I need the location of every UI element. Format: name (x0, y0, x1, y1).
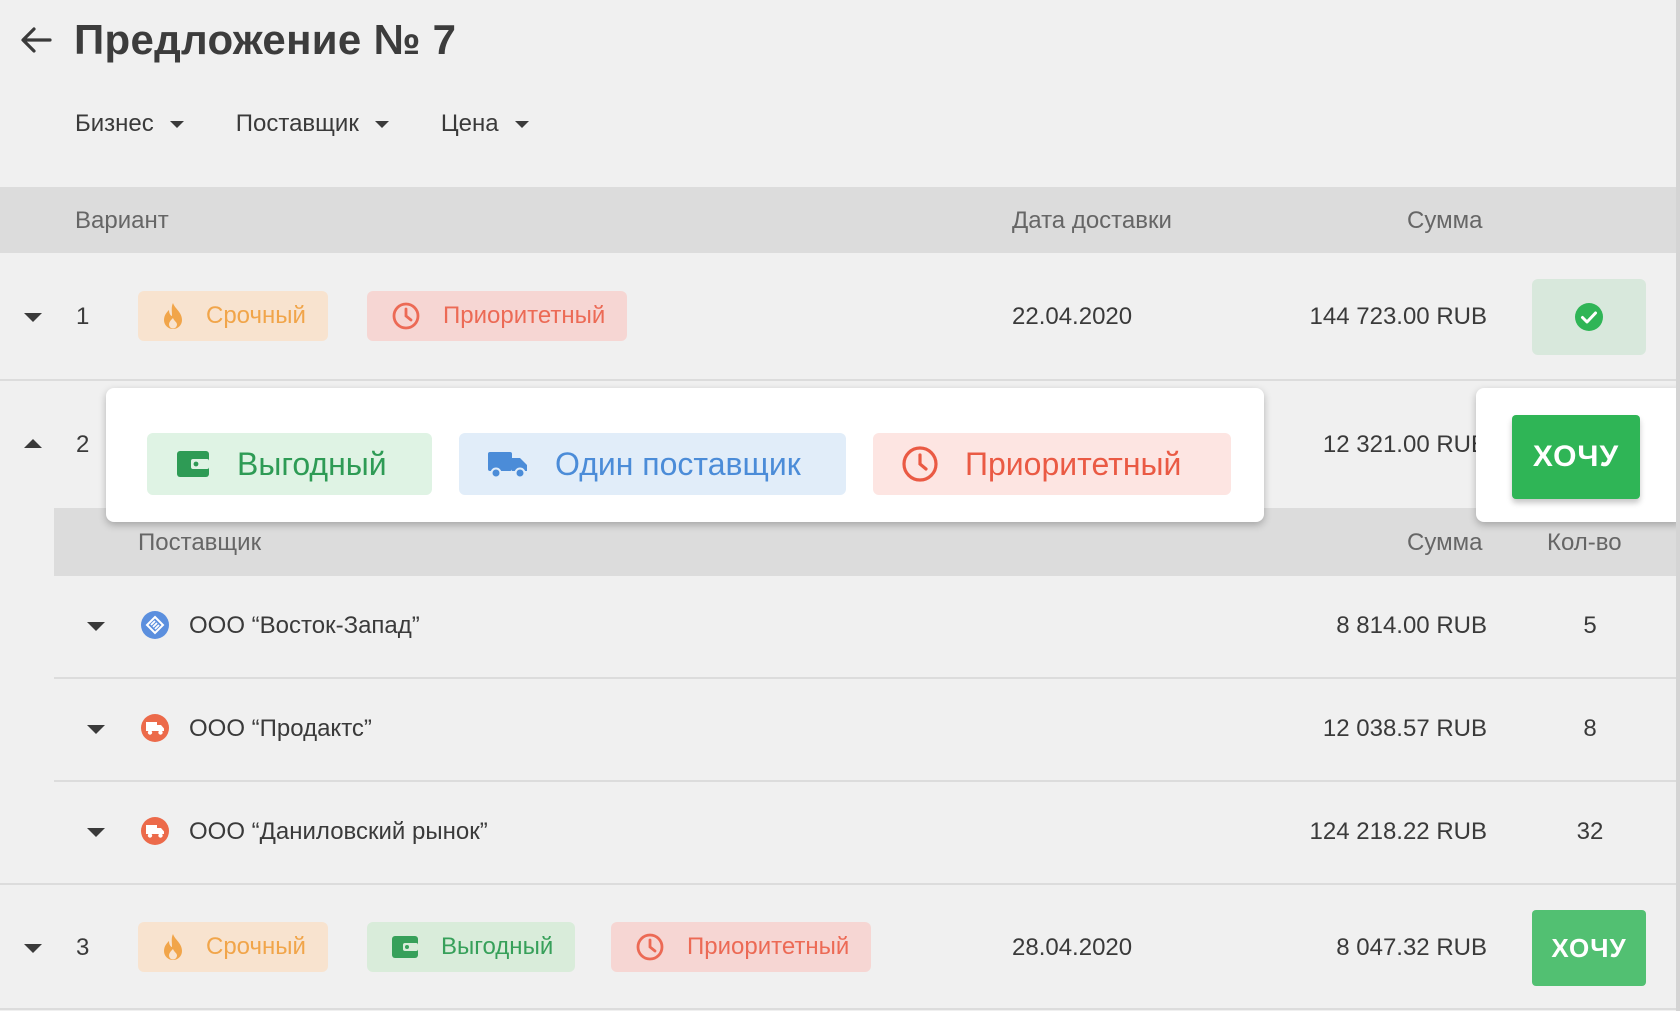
tag-priority: Приоритетный (367, 291, 628, 341)
row-delivery-date: 22.04.2020 (1012, 303, 1133, 330)
page-title: Предложение № 7 (74, 16, 457, 63)
proposal-page: Предложение № 7 Бизнес Поставщик Цена Ва… (0, 0, 1680, 1011)
row-number: 2 (76, 431, 90, 458)
tag-one-supplier: Один поставщик (459, 433, 846, 495)
tag-label: Приоритетный (687, 933, 850, 960)
caret-down-icon (169, 120, 184, 128)
column-sum: Сумма (1407, 529, 1483, 556)
truck-icon (141, 817, 169, 845)
row-expand-toggle[interactable] (24, 313, 42, 322)
truck-icon (141, 714, 169, 742)
supplier-expand-toggle[interactable] (87, 828, 105, 837)
filter-supplier[interactable]: Поставщик (236, 110, 389, 138)
arrow-left-icon (21, 27, 52, 53)
tag-priority: Приоритетный (611, 922, 872, 972)
filter-label: Цена (440, 110, 499, 137)
supplier-pattern-icon (141, 611, 169, 639)
tag-label: Выгодный (441, 933, 554, 960)
tag-profit: Выгодный (367, 922, 576, 972)
column-quantity: Кол-во (1547, 529, 1622, 556)
fire-icon (164, 934, 182, 960)
row-divider (54, 780, 1680, 782)
row-sum: 8 047.32 RUB (1336, 934, 1487, 961)
row-delivery-date: 28.04.2020 (1012, 934, 1133, 961)
supplier-name: ООО “Продактс” (189, 715, 372, 742)
supplier-sum: 124 218.22 RUB (1309, 818, 1487, 845)
tag-priority: Приоритетный (873, 433, 1231, 495)
tag-label: Выгодный (237, 445, 387, 482)
filter-bar: Бизнес Поставщик Цена (75, 110, 581, 138)
row-sum: 144 723.00 RUB (1309, 303, 1487, 330)
column-sum: Сумма (1407, 207, 1483, 234)
table-header: Вариант Дата доставки Сумма (0, 187, 1680, 253)
row-divider (54, 677, 1680, 679)
supplier-sum: 8 814.00 RUB (1336, 612, 1487, 639)
supplier-sum: 12 038.57 RUB (1322, 715, 1487, 742)
caret-down-icon (514, 120, 529, 128)
tags-popup-card: Выгодный Один поставщик Приоритетный (106, 388, 1264, 522)
tag-profit: Выгодный (147, 433, 432, 495)
page-header: Предложение № 7 (16, 14, 456, 66)
row-number: 3 (76, 934, 90, 961)
supplier-quantity: 8 (1583, 715, 1597, 742)
wallet-icon (177, 451, 209, 477)
clock-icon (636, 933, 664, 961)
row-divider (0, 379, 1680, 381)
supplier-name: ООО “Восток-Запад” (189, 612, 420, 639)
filter-business[interactable]: Бизнес (75, 110, 184, 138)
filter-price[interactable]: Цена (441, 110, 529, 138)
supplier-name: ООО “Даниловский рынок” (189, 818, 488, 845)
filter-label: Бизнес (75, 110, 154, 137)
row-divider (0, 883, 1680, 885)
row-expand-toggle[interactable] (24, 944, 42, 953)
filter-label: Поставщик (235, 110, 359, 137)
tag-label: Срочный (206, 933, 306, 960)
supplier-expand-toggle[interactable] (87, 725, 105, 734)
tag-urgent: Срочный (138, 291, 328, 341)
want-button[interactable]: ХОЧУ (1532, 910, 1646, 986)
tag-label: Один поставщик (555, 445, 801, 482)
back-button[interactable] (16, 14, 56, 66)
wallet-icon (392, 936, 418, 958)
tag-label: Приоритетный (965, 445, 1182, 482)
caret-down-icon (374, 120, 389, 128)
tag-label: Приоритетный (443, 302, 606, 329)
check-circle-icon (1575, 303, 1603, 331)
supplier-expand-toggle[interactable] (87, 622, 105, 631)
column-variant: Вариант (75, 207, 169, 234)
tag-urgent: Срочный (138, 922, 328, 972)
clock-icon (392, 302, 420, 330)
want-button[interactable]: ХОЧУ (1512, 415, 1640, 499)
truck-icon (488, 452, 527, 479)
tag-label: Срочный (206, 302, 306, 329)
column-delivery-date: Дата доставки (1012, 207, 1172, 234)
column-supplier: Поставщик (138, 529, 262, 556)
row-number: 1 (76, 303, 90, 330)
scrollbar-edge (1676, 0, 1680, 1011)
supplier-quantity: 5 (1583, 612, 1597, 639)
row-divider (0, 1008, 1680, 1010)
want-button-card: ХОЧУ (1476, 388, 1680, 522)
row-collapse-toggle[interactable] (24, 439, 42, 448)
selected-status-button[interactable] (1532, 279, 1646, 355)
clock-icon (902, 446, 938, 482)
fire-icon (164, 303, 182, 329)
supplier-quantity: 32 (1576, 818, 1604, 845)
